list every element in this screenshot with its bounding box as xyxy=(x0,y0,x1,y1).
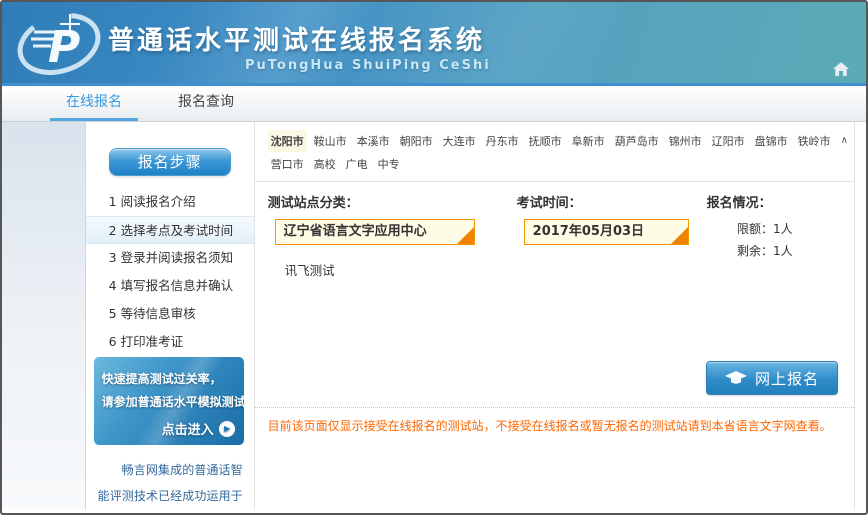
promo-cta-label[interactable]: 点击进入 xyxy=(162,419,214,438)
notice-text: 目前该页面仅显示接受在线报名的测试站，不接受在线报名或暂无报名的测试站请到本省语… xyxy=(255,408,854,434)
city-tab-tieling[interactable]: 铁岭市 xyxy=(795,130,834,152)
time-selected-option[interactable]: 2017年05月03日 ✓ xyxy=(524,219,689,245)
city-tab-yingkou[interactable]: 营口市 xyxy=(268,153,307,175)
city-tab-liaoyang[interactable]: 辽阳市 xyxy=(709,130,748,152)
quota-label: 报名情况： xyxy=(707,192,797,212)
left-gutter xyxy=(2,122,86,509)
check-icon: ✓ xyxy=(678,221,686,245)
home-icon[interactable] xyxy=(833,62,849,76)
signup-button-label: 网上报名 xyxy=(755,368,819,389)
city-tab-shenyang[interactable]: 沈阳市 xyxy=(268,130,307,152)
city-tab-guangdian[interactable]: 广电 xyxy=(343,153,371,175)
city-tab-dandong[interactable]: 丹东市 xyxy=(483,130,522,152)
quota-column: 报名情况： 限额：1人 剩余：1人 xyxy=(707,192,797,279)
time-label: 考试时间： xyxy=(517,192,707,212)
city-tabs: 沈阳市 鞍山市 本溪市 朝阳市 大连市 丹东市 抚顺市 阜新市 葫芦岛市 锦州市… xyxy=(255,122,854,175)
city-tabs-row-2: 营口市 高校 广电 中专 xyxy=(268,152,848,175)
main-nav: 在线报名 报名查询 xyxy=(2,86,866,122)
tab-online-registration[interactable]: 在线报名 xyxy=(50,86,138,121)
city-tab-benxi[interactable]: 本溪市 xyxy=(354,130,393,152)
play-icon[interactable]: ▶ xyxy=(219,421,235,437)
step-item-5: 5 等待信息审核 xyxy=(86,300,254,328)
selection-area: 测试站点分类： 辽宁省语言文字应用中心 ✓ 讯飞测试 考试时间： 2017年05… xyxy=(255,182,854,279)
city-tab-fuxin[interactable]: 阜新市 xyxy=(569,130,608,152)
time-column: 考试时间： 2017年05月03日 ✓ xyxy=(517,192,707,279)
city-tab-panjin[interactable]: 盘锦市 xyxy=(752,130,791,152)
collapse-chevron-icon[interactable]: ∧ xyxy=(841,135,848,146)
main-content: 沈阳市 鞍山市 本溪市 朝阳市 大连市 丹东市 抚顺市 阜新市 葫芦岛市 锦州市… xyxy=(254,122,855,509)
city-tab-gaoxiao[interactable]: 高校 xyxy=(311,153,339,175)
quota-remaining: 剩余：1人 xyxy=(707,240,793,262)
city-tabs-row-1: 沈阳市 鞍山市 本溪市 朝阳市 大连市 丹东市 抚顺市 阜新市 葫芦岛市 锦州市… xyxy=(268,129,848,152)
app-window: P 普通话水平测试在线报名系统 PuTongHua ShuiPing CeShi… xyxy=(0,0,868,515)
city-tab-fushun[interactable]: 抚顺市 xyxy=(526,130,565,152)
promo-line-1: 快速提高测试过关率， xyxy=(102,368,244,391)
signup-row: 网上报名 xyxy=(255,361,854,395)
online-signup-button[interactable]: 网上报名 xyxy=(706,361,838,395)
quota-limit: 限额：1人 xyxy=(707,218,793,240)
step-item-3: 3 登录并阅读报名须知 xyxy=(86,244,254,272)
station-label: 测试站点分类： xyxy=(268,192,517,212)
time-selected-text: 2017年05月03日 xyxy=(533,224,644,239)
graduation-cap-icon xyxy=(725,371,747,386)
step-item-6: 6 打印准考证 xyxy=(86,328,254,356)
page-subtitle: PuTongHua ShuiPing CeShi xyxy=(245,58,491,73)
page-title: 普通话水平测试在线报名系统 xyxy=(108,20,485,57)
city-tab-dalian[interactable]: 大连市 xyxy=(440,130,479,152)
city-tab-anshan[interactable]: 鞍山市 xyxy=(311,130,350,152)
site-logo-icon: P xyxy=(14,8,104,80)
page-body: 报名步骤 1 阅读报名介绍 2 选择考点及考试时间 3 登录并阅读报名须知 4 … xyxy=(2,122,866,509)
city-tab-chaoyang[interactable]: 朝阳市 xyxy=(397,130,436,152)
sidebar: 报名步骤 1 阅读报名介绍 2 选择考点及考试时间 3 登录并阅读报名须知 4 … xyxy=(86,122,254,509)
city-tab-jinzhou[interactable]: 锦州市 xyxy=(666,130,705,152)
mock-test-promo-banner[interactable]: 快速提高测试过关率， 请参加普通话水平模拟测试 点击进入 ▶ xyxy=(94,357,244,445)
city-tab-zhongzhuan[interactable]: 中专 xyxy=(375,153,403,175)
promo-line-2: 请参加普通话水平模拟测试 xyxy=(102,391,244,414)
station-selected-text: 辽宁省语言文字应用中心 xyxy=(284,224,427,239)
steps-header: 报名步骤 xyxy=(109,148,231,176)
station-column: 测试站点分类： 辽宁省语言文字应用中心 ✓ 讯飞测试 xyxy=(268,192,517,279)
header: P 普通话水平测试在线报名系统 PuTongHua ShuiPing CeShi xyxy=(2,2,866,86)
steps-list: 1 阅读报名介绍 2 选择考点及考试时间 3 登录并阅读报名须知 4 填写报名信… xyxy=(86,188,254,356)
step-item-2-active: 2 选择考点及考试时间 xyxy=(86,216,254,244)
station-option-xunfei[interactable]: 讯飞测试 xyxy=(285,260,517,279)
city-tab-huludao[interactable]: 葫芦岛市 xyxy=(612,130,662,152)
step-item-4: 4 填写报名信息并确认 xyxy=(86,272,254,300)
step-item-1: 1 阅读报名介绍 xyxy=(86,188,254,216)
station-selected-option[interactable]: 辽宁省语言文字应用中心 ✓ xyxy=(275,219,475,245)
quota-values: 限额：1人 剩余：1人 xyxy=(707,218,797,262)
sidebar-description: 畅言网集成的普通话智能评测技术已经成功运用于上海、安徽等多个省市的普通话水平 xyxy=(98,457,243,515)
tab-registration-query[interactable]: 报名查询 xyxy=(162,86,250,121)
svg-text:P: P xyxy=(48,22,80,73)
check-icon: ✓ xyxy=(464,221,472,245)
